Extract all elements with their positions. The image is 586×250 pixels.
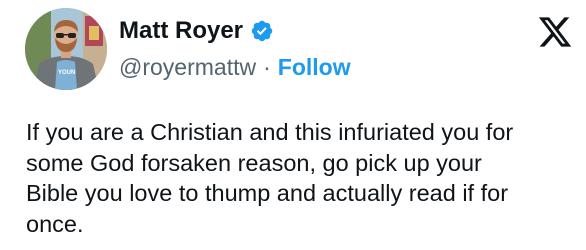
avatar[interactable]: YOUN — [25, 8, 107, 90]
author-handle[interactable]: @royermattw — [119, 51, 256, 83]
separator-dot: · — [263, 54, 271, 80]
author-name-row: Matt Royer — [119, 14, 274, 48]
follow-button[interactable]: Follow — [278, 51, 351, 83]
tweet-text: If you are a Christian and this infuriat… — [26, 119, 514, 237]
x-logo-icon[interactable] — [537, 15, 573, 49]
display-name[interactable]: Matt Royer — [119, 14, 243, 48]
tweet-card: YOUN Matt Royer @royermattw · Follow If … — [0, 0, 586, 250]
avatar-shirt-text: YOUN — [58, 70, 75, 76]
verified-badge-icon — [250, 19, 274, 43]
author-handle-row: @royermattw · Follow — [119, 51, 351, 83]
